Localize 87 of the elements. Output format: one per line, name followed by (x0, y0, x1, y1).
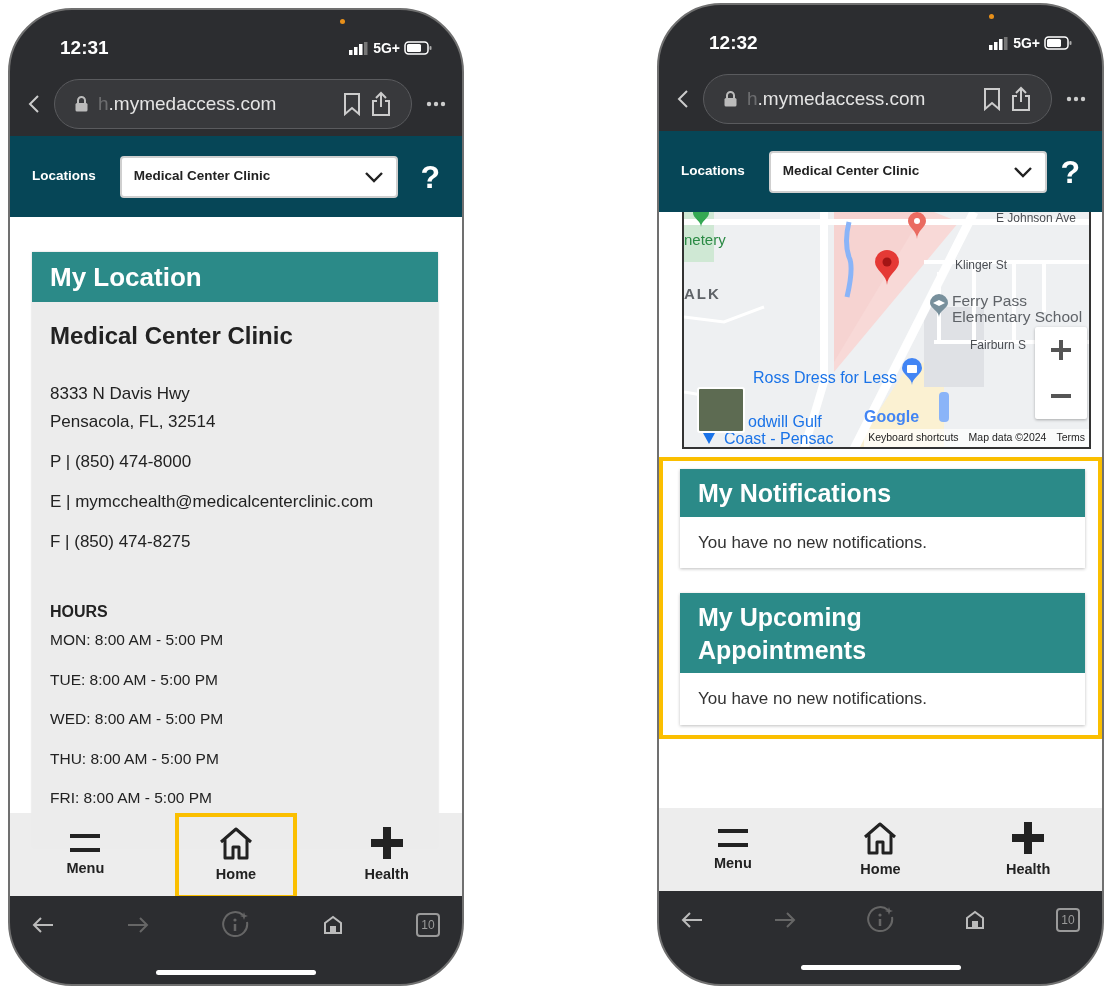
lock-icon (75, 96, 88, 112)
info-sparkle-icon[interactable] (222, 910, 250, 939)
location-name: Medical Center Clinic (50, 321, 294, 351)
more-icon[interactable] (1066, 96, 1086, 102)
card-title: My Upcoming Appointments (698, 602, 868, 666)
menu-icon (68, 832, 103, 855)
card-title: My Notifications (698, 478, 893, 509)
satellite-thumbnail[interactable] (697, 387, 745, 433)
contact-line: F | (850) 474-8275 (50, 531, 192, 553)
locations-label: Locations (681, 162, 745, 181)
nav-tab[interactable]: Home (175, 813, 297, 896)
back-arrow-icon[interactable] (32, 915, 54, 934)
contact-line: P | (850) 474-8000 (50, 451, 193, 473)
house-icon (862, 821, 899, 856)
hours-line: MON: 8:00 AM - 5:00 PM (50, 630, 224, 650)
tab-count-button[interactable]: 10 (416, 912, 440, 937)
map-label: E Johnson Ave (996, 212, 1076, 226)
hours-line: FRI: 8:00 AM - 5:00 PM (50, 788, 212, 808)
map-label: Google (864, 408, 920, 426)
nav-tab[interactable]: Home (819, 808, 942, 891)
nav-tab[interactable]: Health (967, 808, 1090, 891)
network-label: 5G+ (373, 38, 400, 58)
map-attribution[interactable]: Terms (1056, 430, 1085, 446)
map-label: Elementary School (952, 308, 1083, 326)
card-message: You have no new notifications. (697, 688, 929, 710)
map-pin-icon (907, 212, 927, 240)
address-line: Pensacola, FL, 32514 (50, 411, 217, 433)
map-attribution[interactable]: Map data ©2024 (968, 430, 1047, 446)
map-attribution[interactable]: Keyboard shortcuts (868, 430, 959, 446)
contact-line: E | mymcchealth@medicalcenterclinic.com (50, 491, 375, 513)
map-label: odwill Gulf (748, 413, 822, 431)
hours-title: HOURS (50, 602, 109, 622)
forward-arrow-icon[interactable] (773, 910, 796, 929)
locations-label: Locations (32, 167, 96, 186)
hours-line: WED: 8:00 AM - 5:00 PM (50, 709, 224, 729)
map-label: Fairburn S (970, 339, 1027, 353)
network-label: 5G+ (1013, 33, 1040, 53)
map-label: Klinger St (955, 259, 1008, 273)
bookmark-icon[interactable] (343, 92, 361, 116)
back-arrow-icon[interactable] (681, 910, 703, 929)
bookmark-icon[interactable] (983, 87, 1001, 111)
privacy-dot (340, 19, 345, 24)
more-icon[interactable] (426, 101, 446, 107)
battery-icon (1044, 36, 1072, 50)
privacy-dot (989, 14, 994, 19)
help-link[interactable]: ? (420, 160, 440, 193)
card-title: My Location (32, 252, 438, 302)
nav-tab[interactable]: Menu (24, 813, 147, 896)
chevron-down-icon (1012, 165, 1033, 178)
back-icon[interactable] (677, 89, 689, 109)
chevron-down-icon (363, 170, 384, 183)
location-select[interactable]: Medical Center Clinic (119, 155, 398, 198)
home-icon[interactable] (965, 909, 986, 930)
plus-icon (1011, 821, 1046, 856)
map-label: Ferry Pass (952, 292, 1027, 310)
signal-icon (349, 41, 370, 55)
nav-tab[interactable]: Menu (671, 808, 794, 891)
menu-icon (715, 827, 750, 850)
card-message: You have no new notifications. (697, 531, 929, 554)
plus-icon (1050, 339, 1072, 361)
status-time: 12:31 (60, 35, 109, 60)
forward-arrow-icon[interactable] (127, 915, 149, 934)
home-icon[interactable] (323, 914, 343, 935)
map-label: Coast - Pensac (724, 430, 834, 447)
map-pin-icon (692, 212, 710, 228)
back-icon[interactable] (28, 94, 40, 114)
info-sparkle-icon[interactable] (866, 905, 895, 934)
help-link[interactable]: ? (1060, 155, 1080, 188)
minus-icon (1050, 394, 1072, 398)
hours-line: TUE: 8:00 AM - 5:00 PM (50, 669, 218, 690)
map-pin-icon (702, 431, 716, 445)
map-label: Ross Dress for Less (753, 369, 898, 387)
plus-icon (369, 826, 404, 861)
share-icon[interactable] (371, 91, 391, 117)
hours-line: THU: 8:00 AM - 5:00 PM (50, 748, 219, 769)
map-label: netery (684, 232, 726, 249)
signal-icon (989, 36, 1010, 50)
tab-count-button[interactable]: 10 (1056, 907, 1080, 932)
house-icon (218, 826, 254, 861)
share-icon[interactable] (1011, 86, 1031, 112)
battery-icon (404, 41, 432, 55)
map-label: ALK (684, 286, 721, 303)
lock-icon (724, 91, 737, 107)
address-line: 8333 N Davis Hwy (50, 383, 191, 405)
location-select[interactable]: Medical Center Clinic (768, 150, 1047, 193)
nav-tab[interactable]: Health (325, 813, 448, 896)
status-time: 12:32 (709, 30, 758, 55)
